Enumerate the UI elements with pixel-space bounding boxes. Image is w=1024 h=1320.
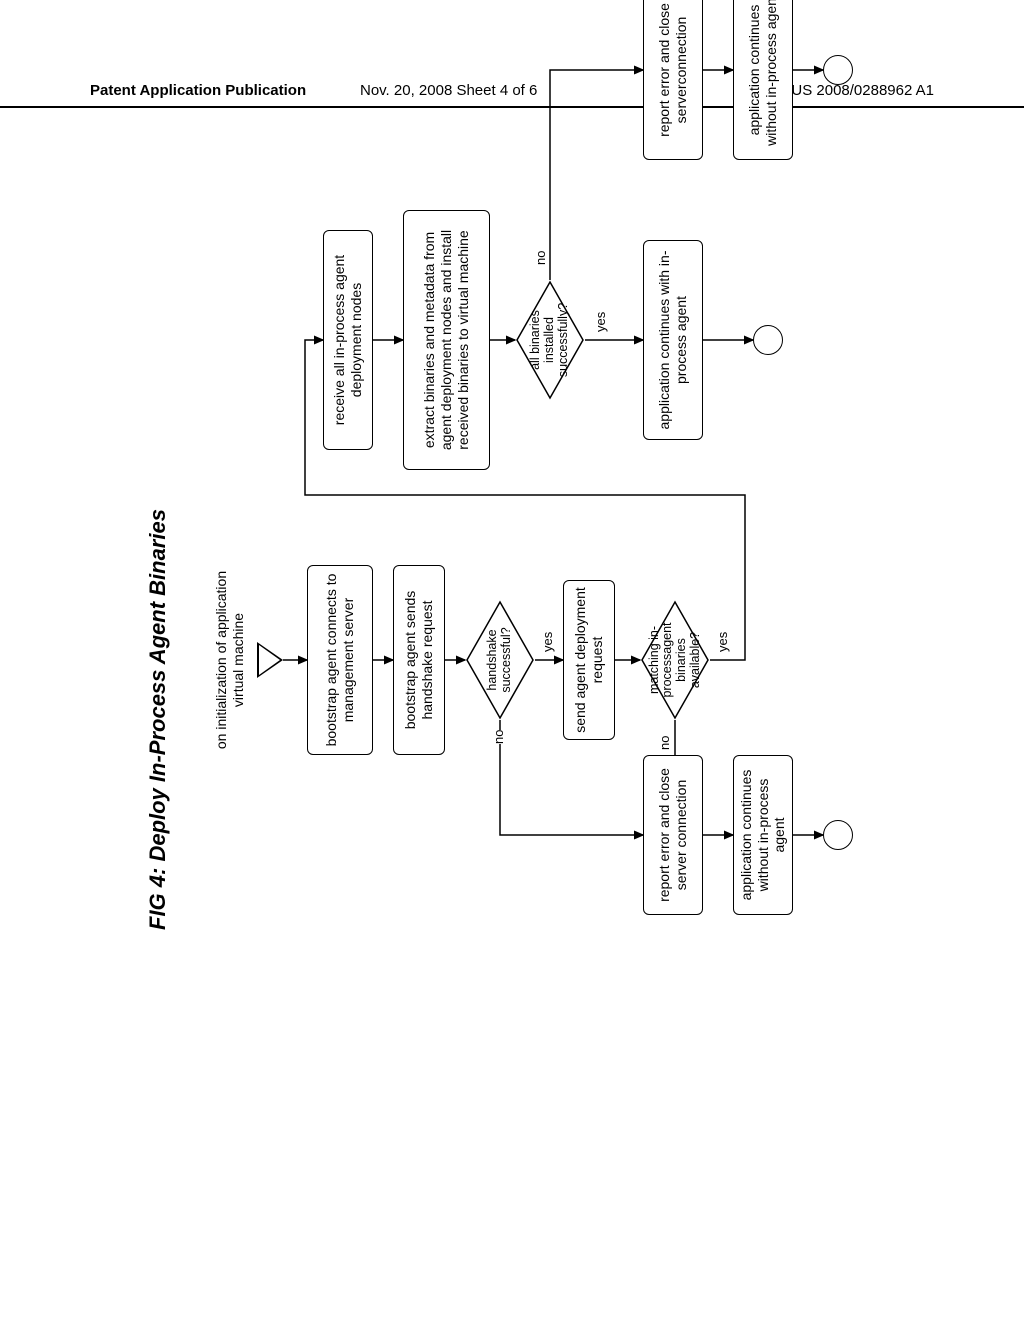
step-receive-nodes: receive all in-process agent deployment … [323,230,373,450]
decision-handshake-label: handshake successful? [486,610,514,710]
edge-no-3: no [533,251,548,265]
step-connect: bootstrap agent connects to management s… [307,565,373,755]
step-extract-install: extract binaries and metadata from agent… [403,210,490,470]
start-event-triangle [257,642,283,678]
step-continue-with: application continues with in-process ag… [643,240,703,440]
edge-yes-2: yes [715,632,730,652]
decision-all-installed-label: all binaries installed successfully? [529,290,570,390]
step-continue-without-right: application continues without in-process… [733,0,793,160]
decision-handshake: handshake successful? [465,600,535,720]
terminator-mid [753,325,783,355]
step-handshake: bootstrap agent sends handshake request [393,565,445,755]
edge-yes-3: yes [593,312,608,332]
decision-binaries-available: matching in-processagent binaries availa… [640,600,710,720]
edge-no-2: no [657,736,672,750]
diagram-canvas: FIG 4: Deploy In-Process Agent Binaries [145,170,1024,930]
start-event-label: on initialization of application virtual… [205,570,255,750]
step-report-close-left: report error and close server connection [643,755,703,915]
decision-binaries-available-label: matching in-processagent binaries availa… [648,610,703,710]
terminator-right [823,55,853,85]
step-send-deploy: send agent deployment request [563,580,615,740]
edge-yes-1: yes [540,632,555,652]
decision-all-installed: all binaries installed successfully? [515,280,585,400]
step-report-close-right: report error and close serverconnection [643,0,703,160]
terminator-left [823,820,853,850]
edge-no-1: no [491,730,506,744]
step-continue-without-left: application continues without in-process… [733,755,793,915]
figure-title: FIG 4: Deploy In-Process Agent Binaries [145,509,171,930]
